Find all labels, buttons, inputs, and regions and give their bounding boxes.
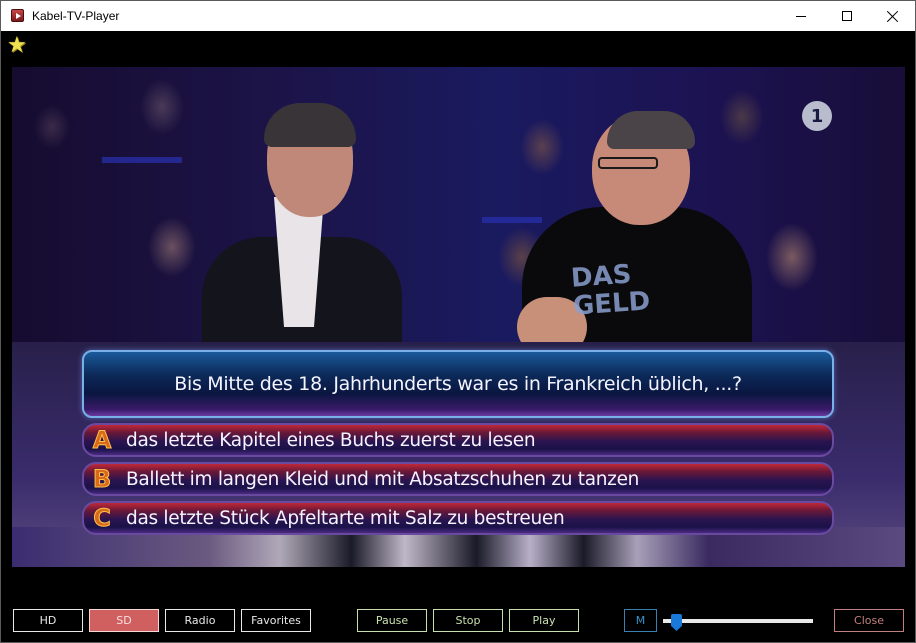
play-button[interactable]: Play <box>509 609 579 632</box>
close-button[interactable]: Close <box>834 609 904 632</box>
answer-text: Ballett im langen Kleid und mit Absatzsc… <box>126 468 640 490</box>
stage-light <box>102 157 182 163</box>
radio-button[interactable]: Radio <box>165 609 235 632</box>
star-icon[interactable]: ★ <box>7 35 27 57</box>
minimize-icon <box>796 15 806 17</box>
favorites-button[interactable]: Favorites <box>241 609 311 632</box>
quiz-answer-a: A das letzte Kapitel eines Buchs zuerst … <box>82 423 834 457</box>
maximize-button[interactable] <box>824 1 870 31</box>
channel-logo-icon: 1 <box>802 101 832 131</box>
volume-thumb[interactable] <box>671 614 682 631</box>
volume-slider[interactable] <box>663 614 813 631</box>
answer-text: das letzte Kapitel eines Buchs zuerst zu… <box>126 429 536 451</box>
audience-background <box>12 67 905 357</box>
shirt-print: DAS GELD <box>570 259 652 322</box>
maximize-icon <box>842 11 852 21</box>
window-title: Kabel-TV-Player <box>32 9 120 23</box>
quiz-answer-c: C das letzte Stück Apfeltarte mit Salz z… <box>82 501 834 535</box>
app-play-icon <box>11 9 24 22</box>
answer-letter: C <box>93 504 112 533</box>
hd-button[interactable]: HD <box>13 609 83 632</box>
pause-button[interactable]: Pause <box>357 609 427 632</box>
answer-letter: A <box>92 426 112 455</box>
stop-button[interactable]: Stop <box>433 609 503 632</box>
quiz-question-box: Bis Mitte des 18. Jahrhunderts war es in… <box>82 350 834 418</box>
app-window: Kabel-TV-Player ★ DAS GELD 1 Bis Mitte d… <box>0 0 916 643</box>
guest-glasses <box>598 157 658 169</box>
quiz-question: Bis Mitte des 18. Jahrhunderts war es in… <box>174 373 742 395</box>
mute-button[interactable]: M <box>624 609 657 632</box>
video-display[interactable]: DAS GELD 1 Bis Mitte des 18. Jahrhundert… <box>12 67 905 567</box>
close-icon <box>887 10 899 22</box>
stage-light <box>482 217 542 223</box>
window-close-button[interactable] <box>870 1 916 31</box>
volume-track[interactable] <box>663 619 813 623</box>
minimize-button[interactable] <box>778 1 824 31</box>
answer-letter: B <box>92 465 112 494</box>
guest-hair <box>607 111 695 149</box>
sd-button[interactable]: SD <box>89 609 159 632</box>
quiz-answer-b: B Ballett im langen Kleid und mit Absatz… <box>82 462 834 496</box>
answer-text: das letzte Stück Apfeltarte mit Salz zu … <box>126 507 565 529</box>
title-bar: Kabel-TV-Player <box>1 1 915 31</box>
